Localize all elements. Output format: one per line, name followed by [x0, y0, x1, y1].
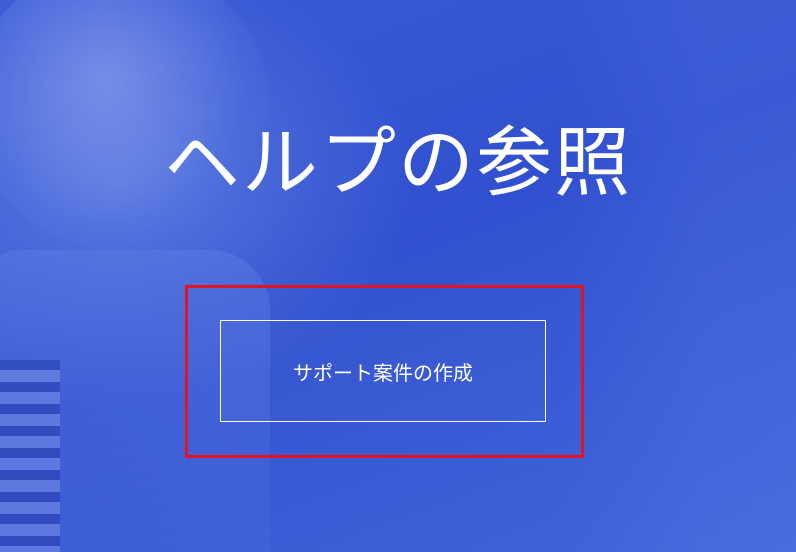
create-support-case-button[interactable]: サポート案件の作成 [220, 320, 546, 422]
page-title: ヘルプの参照 [164, 118, 632, 207]
help-hero-banner: ヘルプの参照 サポート案件の作成 [0, 0, 796, 552]
background-photo-striped-shirt [0, 360, 60, 552]
create-support-case-label: サポート案件の作成 [293, 360, 473, 385]
background-light-band [560, 0, 796, 552]
